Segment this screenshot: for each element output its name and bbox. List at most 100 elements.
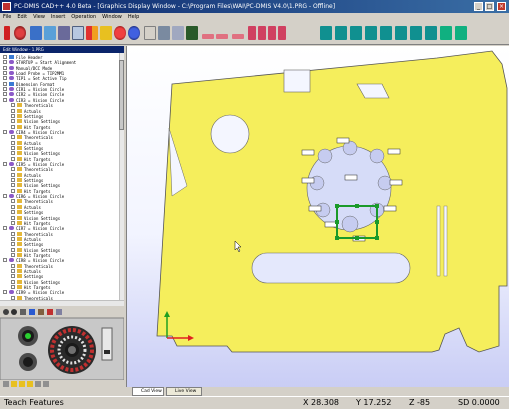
minimize-button[interactable]: _ (474, 2, 483, 11)
tree-subitem[interactable]: Vision Settings (0, 247, 118, 253)
feature-label[interactable] (389, 179, 403, 186)
expand-toggle-icon[interactable] (11, 108, 15, 113)
feature-label[interactable] (387, 148, 401, 155)
view-front-icon[interactable] (320, 26, 332, 40)
expand-toggle-icon[interactable] (3, 290, 7, 295)
record-icon[interactable] (14, 26, 26, 40)
feature-label[interactable] (383, 205, 397, 212)
blue-sphere-icon[interactable] (128, 26, 140, 40)
view-right-icon[interactable] (365, 26, 377, 40)
bolt-hole-3[interactable] (369, 148, 385, 164)
tree-subitem[interactable]: Hit Targets (0, 285, 118, 290)
tree-subitem[interactable]: Hit Targets (0, 252, 118, 258)
tree-feature-item[interactable]: CIR7 = Vision Circle (0, 226, 118, 231)
datum-d-icon[interactable] (278, 26, 286, 40)
dimension-ramp-icon[interactable] (232, 34, 244, 39)
view-bottom-icon[interactable] (395, 26, 407, 40)
tree-subitem[interactable]: Actuals (0, 140, 118, 146)
feature-label[interactable] (344, 174, 358, 181)
expand-toggle-icon[interactable] (11, 199, 15, 204)
camera-settings-icon[interactable] (29, 309, 35, 315)
tree-feature-item[interactable]: File Header (0, 55, 118, 60)
brightness-icon[interactable] (19, 381, 25, 387)
datum-c-icon[interactable] (268, 26, 276, 40)
left-light-dial-2[interactable] (19, 353, 37, 371)
expand-toggle-icon[interactable] (11, 274, 15, 279)
tree-subitem[interactable]: Vision Settings (0, 215, 118, 221)
tree-subitem[interactable]: Hit Targets (0, 124, 118, 130)
brightness-slider-thumb[interactable] (104, 350, 110, 354)
tree-feature-item[interactable]: CIR6 = Vision Circle (0, 194, 118, 199)
expand-toggle-icon[interactable] (11, 172, 15, 177)
edit-window-tree[interactable]: File Header STARTUP = Start Alignment Manu… (0, 53, 124, 300)
tree-subitem[interactable]: Hit Targets (0, 220, 118, 226)
tree-feature-item[interactable]: CIR9 = Vision Circle (0, 290, 118, 295)
tree-subitem[interactable]: Actuals (0, 108, 118, 114)
expand-toggle-icon[interactable] (11, 183, 15, 188)
expand-toggle-icon[interactable] (11, 236, 15, 241)
grid-icon[interactable] (56, 309, 62, 315)
expand-toggle-icon[interactable] (11, 231, 15, 236)
tree-subitem[interactable]: Theoreticals (0, 199, 118, 204)
expand-toggle-icon[interactable] (3, 226, 7, 231)
expand-toggle-icon[interactable] (11, 124, 15, 129)
tree-subitem[interactable]: Hit Targets (0, 188, 118, 194)
expand-toggle-icon[interactable] (3, 129, 7, 134)
window-icon[interactable] (72, 26, 84, 40)
tree-feature-item[interactable]: Manual/DCC Mode (0, 65, 118, 71)
tree-scroll-thumb[interactable] (119, 60, 124, 130)
feature-label[interactable] (308, 205, 322, 212)
arrow-tool-icon[interactable] (172, 26, 184, 40)
menu-insert[interactable]: Insert (48, 13, 68, 22)
probe-icon[interactable] (58, 26, 70, 40)
tree-subitem[interactable]: Vision Settings (0, 279, 118, 285)
expand-toggle-icon[interactable] (11, 215, 15, 220)
expand-toggle-icon[interactable] (11, 242, 15, 247)
contrast-icon[interactable] (27, 381, 33, 387)
focus-icon[interactable] (20, 309, 26, 315)
expand-toggle-icon[interactable] (11, 178, 15, 183)
expand-toggle-icon[interactable] (11, 135, 15, 140)
graph-icon[interactable] (44, 26, 56, 40)
left-light-dial[interactable] (18, 326, 38, 346)
magnify-icon[interactable] (38, 309, 44, 315)
feature-label[interactable] (336, 137, 350, 144)
tree-subitem[interactable]: Theoreticals (0, 135, 118, 140)
expand-toggle-icon[interactable] (3, 71, 7, 76)
tree-feature-item[interactable]: Dimension Format (0, 81, 118, 87)
expand-toggle-icon[interactable] (3, 76, 7, 81)
tab-live-view[interactable]: Live View (166, 387, 202, 396)
right-slot-2[interactable] (443, 205, 448, 277)
menu-edit[interactable]: Edit (14, 13, 30, 22)
expand-toggle-icon[interactable] (3, 97, 7, 102)
tree-subitem[interactable]: Hit Targets (0, 156, 118, 162)
expand-toggle-icon[interactable] (3, 81, 7, 86)
settings-icon[interactable] (35, 381, 41, 387)
lamp-icon[interactable] (3, 309, 9, 315)
expand-toggle-icon[interactable] (11, 220, 15, 225)
exclamation-icon[interactable] (4, 26, 10, 40)
tree-feature-item[interactable]: TIP1 = Set Active Tip (0, 76, 118, 81)
expand-toggle-icon[interactable] (3, 55, 7, 59)
expand-toggle-icon[interactable] (11, 204, 15, 209)
tree-subitem[interactable]: Settings (0, 178, 118, 183)
expand-toggle-icon[interactable] (11, 263, 15, 268)
oval-slot[interactable] (251, 252, 411, 284)
view-top-icon[interactable] (380, 26, 392, 40)
expand-toggle-icon[interactable] (3, 162, 7, 166)
tree-subitem[interactable]: Actuals (0, 269, 118, 274)
expand-toggle-icon[interactable] (3, 60, 7, 65)
tree-subitem[interactable]: Vision Settings (0, 151, 118, 156)
tree-feature-item[interactable]: CIR2 = Vision Circle (0, 92, 118, 97)
large-hole-left[interactable] (210, 114, 250, 154)
menu-operation[interactable]: Operation (68, 13, 99, 22)
expand-toggle-icon[interactable] (11, 119, 15, 124)
expand-toggle-icon[interactable] (11, 140, 15, 145)
tree-subitem[interactable]: Actuals (0, 172, 118, 178)
dimension-flat-icon[interactable] (216, 34, 228, 39)
expand-toggle-icon[interactable] (11, 145, 15, 150)
tree-feature-item[interactable]: CIR4 = Vision Circle (0, 129, 118, 135)
tree-feature-item[interactable]: CIR5 = Vision Circle (0, 162, 118, 167)
expand-toggle-icon[interactable] (3, 65, 7, 70)
home-icon[interactable] (3, 381, 9, 387)
